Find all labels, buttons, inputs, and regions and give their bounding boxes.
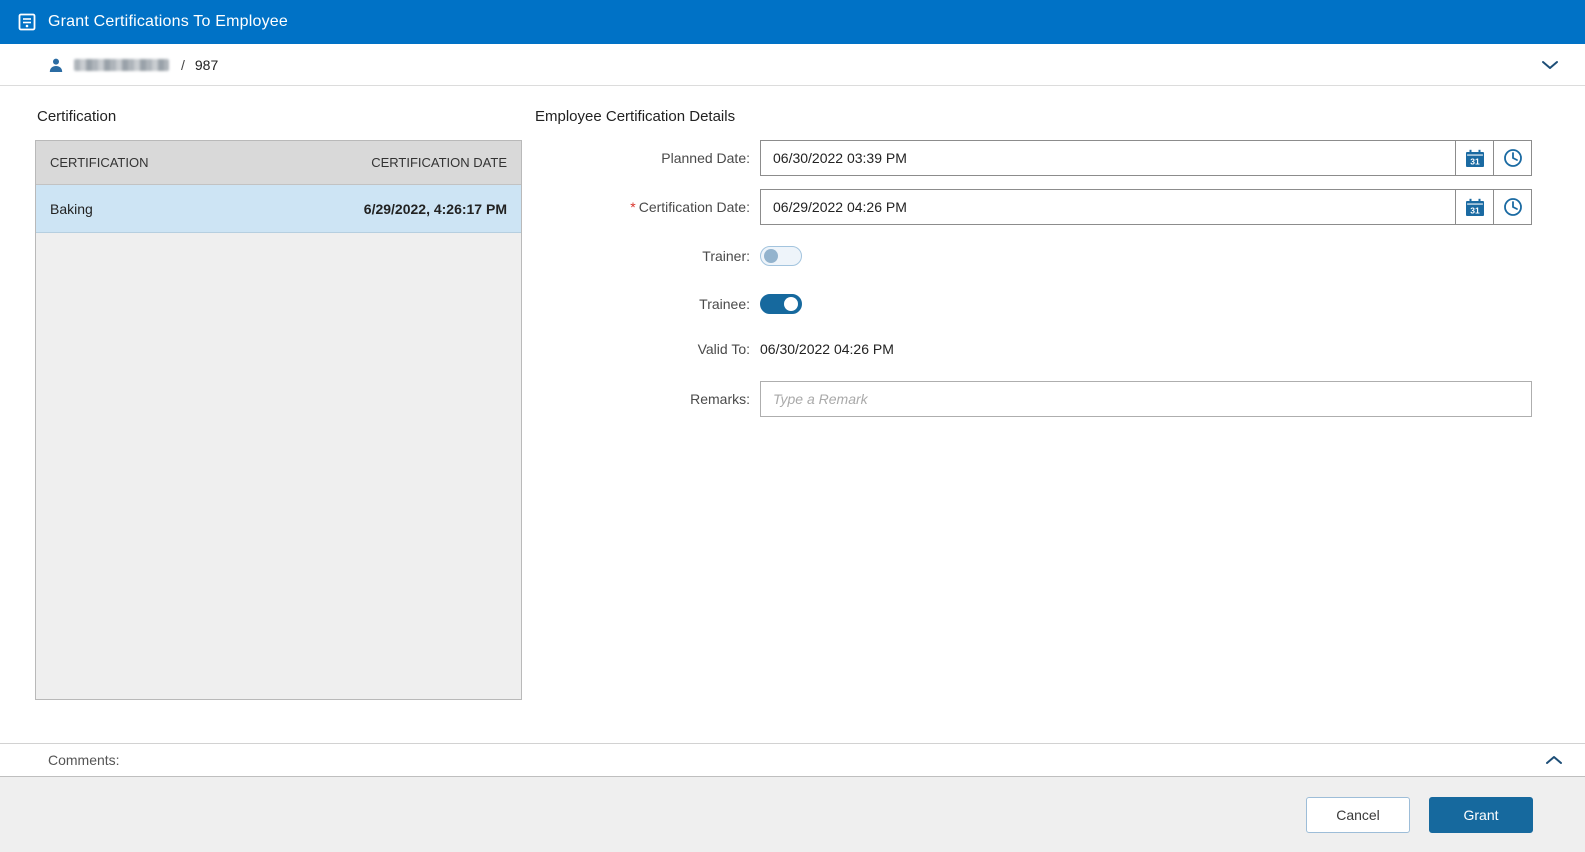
- certification-table: CERTIFICATION CERTIFICATION DATE Baking …: [35, 140, 522, 700]
- valid-to-label: Valid To:: [697, 341, 750, 357]
- footer-actions: Cancel Grant: [0, 777, 1585, 852]
- trainer-label: Trainer:: [702, 248, 750, 264]
- certification-date-row: *Certification Date: 31: [535, 189, 1532, 225]
- certification-date-input[interactable]: [761, 190, 1455, 224]
- comments-label: Comments:: [48, 752, 120, 768]
- certification-panel: Certification CERTIFICATION CERTIFICATIO…: [35, 86, 522, 743]
- remarks-label: Remarks:: [690, 391, 750, 407]
- employee-separator: /: [181, 56, 185, 73]
- calendar-icon[interactable]: 31: [1455, 190, 1493, 224]
- person-icon: [48, 57, 64, 73]
- chevron-up-icon[interactable]: [1545, 755, 1563, 765]
- trainer-row: Trainer:: [535, 244, 1532, 268]
- trainee-label: Trainee:: [699, 296, 750, 312]
- cancel-button[interactable]: Cancel: [1306, 796, 1410, 833]
- certification-date-control: 31: [760, 189, 1532, 225]
- employee-name-redacted: [74, 58, 169, 71]
- planned-date-input[interactable]: [761, 141, 1455, 175]
- planned-date-control: 31: [760, 140, 1532, 176]
- toggle-knob: [784, 297, 798, 311]
- remarks-input[interactable]: [760, 381, 1532, 417]
- table-row[interactable]: Baking 6/29/2022, 4:26:17 PM: [36, 185, 521, 233]
- trainee-row: Trainee:: [535, 292, 1532, 316]
- certification-date-label: * Certification Date:: [630, 199, 750, 215]
- clock-icon[interactable]: [1493, 141, 1531, 175]
- svg-text:31: 31: [1470, 205, 1480, 215]
- comments-section-header[interactable]: Comments:: [0, 743, 1585, 777]
- main-content: Certification CERTIFICATION CERTIFICATIO…: [0, 86, 1585, 743]
- grant-button[interactable]: Grant: [1429, 796, 1533, 833]
- trainee-toggle[interactable]: [760, 294, 802, 314]
- employee-id: 987: [194, 56, 219, 73]
- employee-header: / 987: [0, 44, 1585, 86]
- valid-to-row: Valid To: 06/30/2022 04:26 PM: [535, 339, 1532, 359]
- svg-text:31: 31: [1470, 156, 1480, 166]
- required-marker: *: [630, 199, 636, 215]
- certificate-icon: [18, 13, 36, 31]
- details-panel-title: Employee Certification Details: [535, 108, 736, 125]
- grant-certifications-dialog: Grant Certifications To Employee / 987 C…: [0, 0, 1585, 852]
- valid-to-value: 06/30/2022 04:26 PM: [760, 341, 894, 357]
- clock-icon[interactable]: [1493, 190, 1531, 224]
- trainer-toggle[interactable]: [760, 246, 802, 266]
- column-header-certification: CERTIFICATION: [50, 155, 149, 170]
- calendar-icon[interactable]: 31: [1455, 141, 1493, 175]
- table-empty-area: [36, 233, 521, 699]
- certification-table-header: CERTIFICATION CERTIFICATION DATE: [36, 141, 521, 185]
- column-header-certification-date: CERTIFICATION DATE: [371, 155, 507, 170]
- planned-date-label: Planned Date:: [661, 150, 750, 166]
- certification-name-cell: Baking: [50, 200, 93, 217]
- title-bar: Grant Certifications To Employee: [0, 0, 1585, 44]
- page-title: Grant Certifications To Employee: [48, 13, 288, 30]
- planned-date-row: Planned Date: 31: [535, 140, 1532, 176]
- details-panel: Employee Certification Details Planned D…: [535, 86, 1532, 743]
- certification-date-cell: 6/29/2022, 4:26:17 PM: [363, 200, 507, 217]
- chevron-down-icon[interactable]: [1537, 56, 1563, 74]
- remarks-row: Remarks:: [535, 381, 1532, 417]
- certification-panel-title: Certification: [37, 108, 117, 125]
- toggle-knob: [764, 249, 778, 263]
